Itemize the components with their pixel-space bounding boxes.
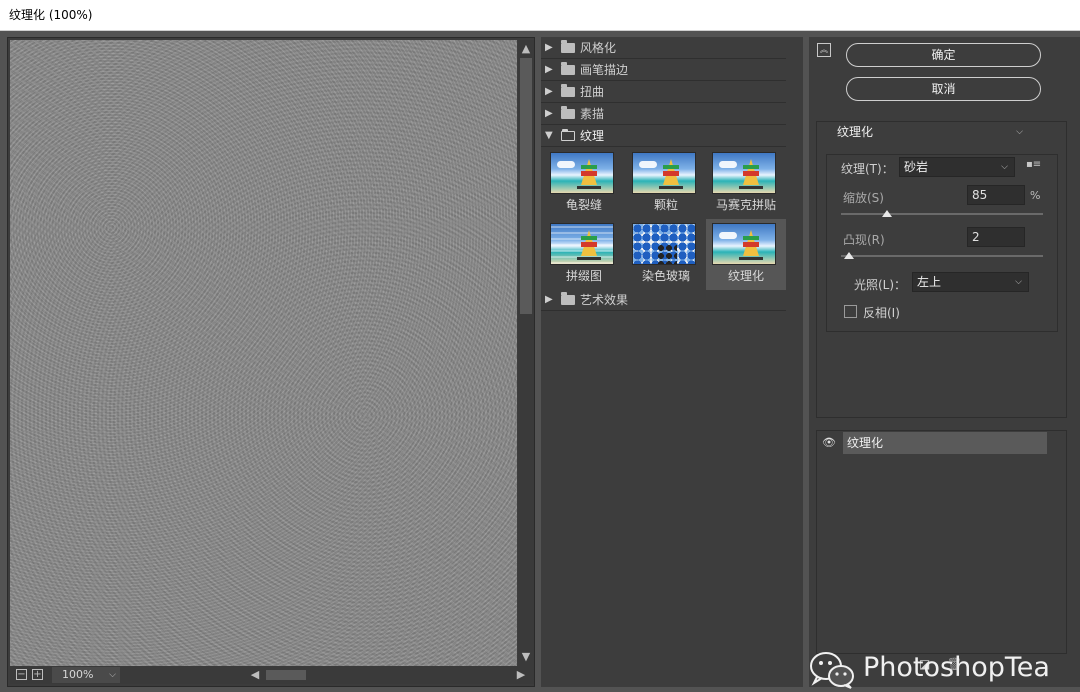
texture-select[interactable]: 砂岩 ⌵ bbox=[899, 157, 1015, 177]
expand-triangle-icon: ▶ bbox=[545, 86, 553, 97]
filter-label: 颗粒 bbox=[653, 198, 678, 212]
filter-label: 纹理化 bbox=[727, 269, 764, 283]
preview-bottom-bar: − + 100% ⌵ ◀ ▶ bbox=[10, 666, 534, 684]
filter-thumbnail bbox=[550, 152, 614, 194]
folder-icon bbox=[561, 62, 575, 75]
chevron-down-icon: ⌵ bbox=[1015, 277, 1022, 287]
chevron-down-icon: ⌵ bbox=[1016, 127, 1023, 137]
horizontal-scroll-thumb[interactable] bbox=[266, 670, 306, 680]
filter-patchwork[interactable]: 拼缀图 bbox=[544, 219, 624, 290]
category-label: 画笔描边 bbox=[580, 63, 629, 77]
scale-input[interactable]: 85 bbox=[967, 185, 1025, 205]
ok-button[interactable]: 确定 bbox=[846, 43, 1041, 67]
preview-panel: ▲ ▼ − + 100% ⌵ ◀ ▶ bbox=[7, 37, 535, 687]
category-texture[interactable]: ▼ 纹理 bbox=[541, 125, 786, 147]
expand-triangle-icon: ▶ bbox=[545, 42, 553, 53]
category-artistic[interactable]: ▶ 艺术效果 bbox=[541, 289, 786, 311]
invert-label: 反相(I) bbox=[863, 306, 900, 320]
effect-layer-row[interactable]: 👁 纹理化 bbox=[817, 431, 1068, 455]
folder-open-icon bbox=[561, 129, 575, 141]
folder-icon bbox=[561, 84, 575, 97]
scroll-right-icon[interactable]: ▶ bbox=[514, 667, 528, 683]
scale-slider-knob[interactable] bbox=[882, 210, 893, 217]
preview-canvas[interactable] bbox=[10, 40, 517, 666]
filter-gallery: ▲ ▼ − + 100% ⌵ ◀ ▶ ▶ 风格化 ▶ 画笔描边 ▶ 扭曲 ▶ 素… bbox=[0, 31, 1080, 692]
texture-filter-thumbnails: 龟裂缝 颗粒 马赛克拼贴 拼缀图 染色玻璃 纹理化 bbox=[541, 148, 786, 294]
collapse-triangle-icon: ▼ bbox=[545, 130, 553, 141]
zoom-out-button[interactable]: − bbox=[16, 669, 27, 680]
scale-label: 缩放(S) bbox=[843, 191, 884, 205]
invert-checkbox[interactable] bbox=[844, 305, 857, 318]
scroll-up-icon[interactable]: ▲ bbox=[519, 42, 533, 56]
scale-slider-track[interactable] bbox=[841, 213, 1043, 215]
relief-slider-track[interactable] bbox=[841, 255, 1043, 257]
filter-thumbnail bbox=[712, 223, 776, 265]
expand-triangle-icon: ▶ bbox=[545, 64, 553, 75]
category-label: 艺术效果 bbox=[580, 293, 629, 307]
filter-select[interactable]: 纹理化 ⌵ bbox=[831, 122, 1029, 142]
filter-thumbnail bbox=[632, 152, 696, 194]
vertical-scrollbar[interactable]: ▲ ▼ bbox=[518, 40, 534, 666]
chevron-down-icon: ⌵ bbox=[1001, 162, 1008, 172]
filter-list-panel: ▶ 风格化 ▶ 画笔描边 ▶ 扭曲 ▶ 素描 ▼ 纹理 龟裂缝 颗粒 马赛克拼贴… bbox=[541, 37, 803, 687]
eye-icon[interactable]: 👁 bbox=[821, 436, 837, 450]
folder-icon bbox=[561, 292, 575, 305]
zoom-select[interactable]: 100% ⌵ bbox=[52, 667, 120, 683]
texturizer-options: 纹理(T)： 砂岩 ⌵ ▪≡ 缩放(S) 85 % 凸现(R) 2 光照(L)：… bbox=[826, 154, 1058, 332]
settings-panel: ︽ 确定 取消 纹理化 ⌵ 纹理(T)： 砂岩 ⌵ ▪≡ 缩放(S) 85 % … bbox=[809, 37, 1080, 687]
filter-select-value: 纹理化 bbox=[837, 125, 874, 139]
filter-thumbnail bbox=[712, 152, 776, 194]
zoom-in-button[interactable]: + bbox=[32, 669, 43, 680]
horizontal-scrollbar[interactable]: ◀ ▶ bbox=[246, 667, 532, 683]
effect-layers-panel: 👁 纹理化 bbox=[816, 430, 1067, 654]
filter-label: 染色玻璃 bbox=[641, 269, 690, 283]
light-value: 左上 bbox=[917, 275, 942, 289]
filter-label: 马赛克拼贴 bbox=[715, 198, 776, 212]
filter-thumbnail bbox=[632, 223, 696, 265]
cancel-button[interactable]: 取消 bbox=[846, 77, 1041, 101]
watermark-text: PhotoshopTea bbox=[863, 652, 1050, 683]
filter-grain[interactable]: 颗粒 bbox=[626, 148, 706, 219]
filter-thumbnail bbox=[550, 223, 614, 265]
effect-layer-name: 纹理化 bbox=[843, 432, 1047, 454]
filter-mosaic-tiles[interactable]: 马赛克拼贴 bbox=[706, 148, 786, 219]
filter-stained-glass[interactable]: 染色玻璃 bbox=[626, 219, 706, 290]
category-label: 纹理 bbox=[580, 129, 605, 143]
light-label: 光照(L)： bbox=[854, 278, 907, 292]
folder-icon bbox=[561, 106, 575, 119]
relief-input[interactable]: 2 bbox=[967, 227, 1025, 247]
scroll-down-icon[interactable]: ▼ bbox=[519, 650, 533, 664]
category-distort[interactable]: ▶ 扭曲 bbox=[541, 81, 786, 103]
collapse-icon[interactable]: ︽ bbox=[817, 43, 831, 57]
category-label: 扭曲 bbox=[580, 85, 605, 99]
vertical-scroll-thumb[interactable] bbox=[520, 58, 532, 314]
filter-label: 龟裂缝 bbox=[565, 198, 602, 212]
filter-settings: 纹理化 ⌵ 纹理(T)： 砂岩 ⌵ ▪≡ 缩放(S) 85 % 凸现(R) 2 bbox=[816, 121, 1067, 418]
category-brush-strokes[interactable]: ▶ 画笔描边 bbox=[541, 59, 786, 81]
category-stylize[interactable]: ▶ 风格化 bbox=[541, 37, 786, 59]
chat-bubbles-icon bbox=[810, 652, 854, 689]
filter-texturizer[interactable]: 纹理化 bbox=[706, 219, 786, 290]
scroll-left-icon[interactable]: ◀ bbox=[248, 667, 262, 683]
relief-slider-knob[interactable] bbox=[844, 252, 855, 259]
scale-unit: % bbox=[1030, 189, 1041, 202]
window-title: 纹理化 (100%) bbox=[0, 0, 1080, 31]
folder-icon bbox=[561, 40, 575, 53]
category-label: 风格化 bbox=[580, 41, 617, 55]
expand-triangle-icon: ▶ bbox=[545, 108, 553, 119]
category-sketch[interactable]: ▶ 素描 bbox=[541, 103, 786, 125]
texture-menu-icon[interactable]: ▪≡ bbox=[1026, 159, 1041, 170]
chevron-down-icon: ⌵ bbox=[109, 670, 116, 680]
expand-triangle-icon: ▶ bbox=[545, 294, 553, 305]
relief-label: 凸现(R) bbox=[843, 233, 885, 247]
texture-value: 砂岩 bbox=[904, 160, 929, 174]
category-label: 素描 bbox=[580, 107, 605, 121]
texture-label: 纹理(T)： bbox=[841, 162, 894, 176]
light-select[interactable]: 左上 ⌵ bbox=[912, 272, 1029, 292]
zoom-value: 100% bbox=[62, 668, 94, 681]
filter-craquelure[interactable]: 龟裂缝 bbox=[544, 148, 624, 219]
filter-label: 拼缀图 bbox=[565, 269, 602, 283]
